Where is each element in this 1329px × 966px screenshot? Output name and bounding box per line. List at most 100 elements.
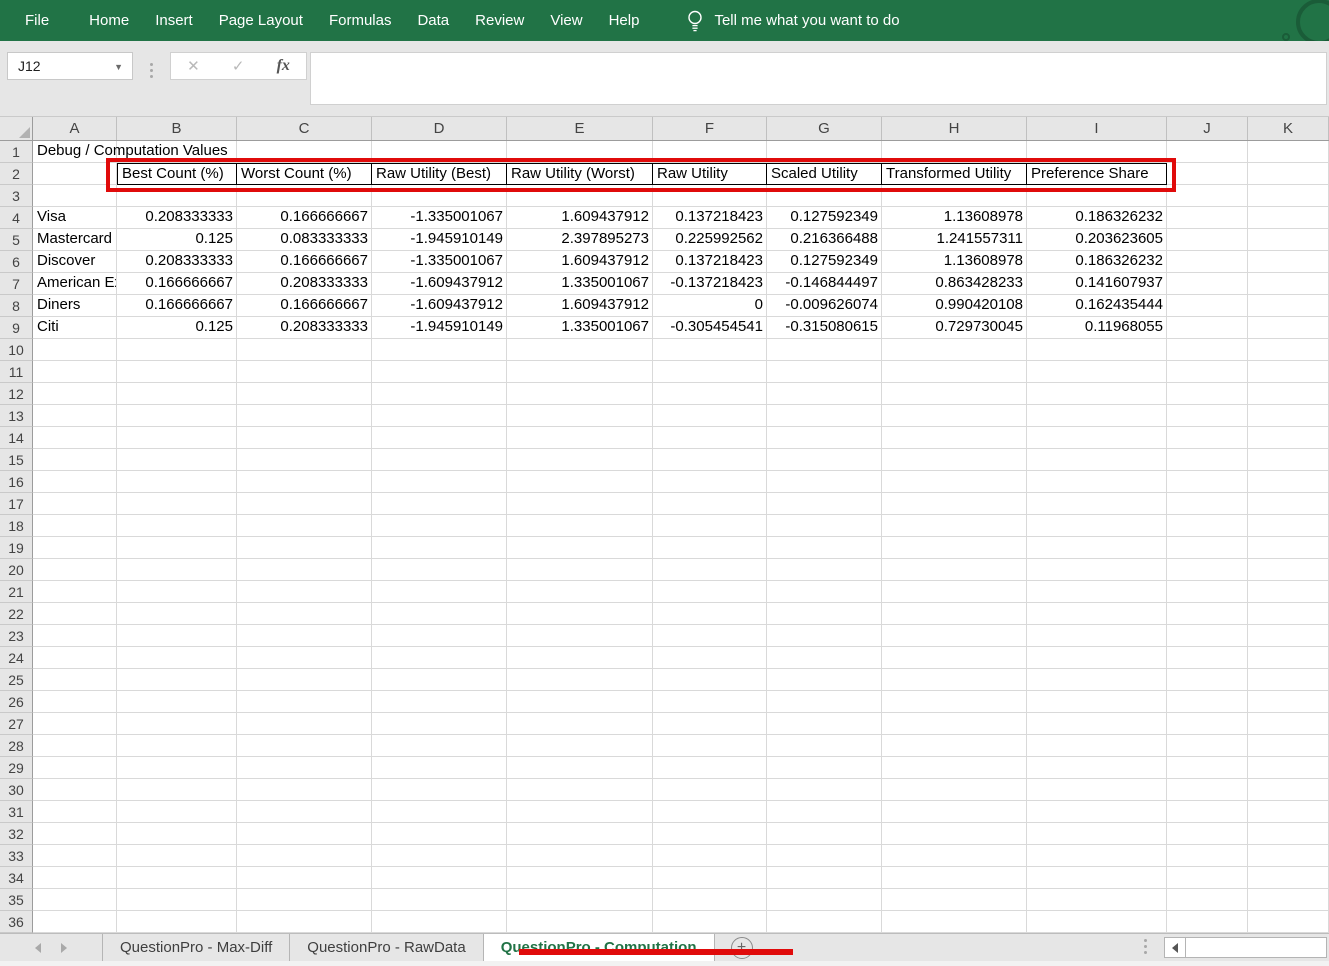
cell-E20[interactable]: [507, 559, 653, 581]
cell-K10[interactable]: [1248, 339, 1329, 361]
cell-D24[interactable]: [372, 647, 507, 669]
cell-H3[interactable]: [882, 185, 1027, 207]
cell-E22[interactable]: [507, 603, 653, 625]
cell-K28[interactable]: [1248, 735, 1329, 757]
cell-H21[interactable]: [882, 581, 1027, 603]
row-header-23[interactable]: 23: [0, 625, 33, 647]
cell-I15[interactable]: [1027, 449, 1167, 471]
row-header-18[interactable]: 18: [0, 515, 33, 537]
cell-D28[interactable]: [372, 735, 507, 757]
cell-D21[interactable]: [372, 581, 507, 603]
cell-B24[interactable]: [117, 647, 237, 669]
row-header-29[interactable]: 29: [0, 757, 33, 779]
cell-G25[interactable]: [767, 669, 882, 691]
col-header-B[interactable]: B: [117, 117, 237, 140]
menu-data[interactable]: Data: [417, 12, 449, 29]
cell-I22[interactable]: [1027, 603, 1167, 625]
cell-C29[interactable]: [237, 757, 372, 779]
cell-B3[interactable]: [117, 185, 237, 207]
cell-J25[interactable]: [1167, 669, 1248, 691]
cell-A10[interactable]: [33, 339, 117, 361]
cell-E2[interactable]: Raw Utility (Worst): [507, 163, 653, 185]
previous-sheet-icon[interactable]: [35, 943, 41, 953]
cell-F16[interactable]: [653, 471, 767, 493]
new-sheet-button[interactable]: +: [731, 937, 753, 959]
cell-H22[interactable]: [882, 603, 1027, 625]
cell-E24[interactable]: [507, 647, 653, 669]
row-header-31[interactable]: 31: [0, 801, 33, 823]
cell-B29[interactable]: [117, 757, 237, 779]
cell-C2[interactable]: Worst Count (%): [237, 163, 372, 185]
cell-I18[interactable]: [1027, 515, 1167, 537]
cell-G18[interactable]: [767, 515, 882, 537]
cell-K18[interactable]: [1248, 515, 1329, 537]
cell-D6[interactable]: -1.335001067: [372, 251, 507, 273]
cell-D2[interactable]: Raw Utility (Best): [372, 163, 507, 185]
cell-F36[interactable]: [653, 911, 767, 933]
cell-C1[interactable]: [237, 141, 372, 163]
cell-K26[interactable]: [1248, 691, 1329, 713]
row-header-8[interactable]: 8: [0, 295, 33, 317]
cell-K9[interactable]: [1248, 317, 1329, 339]
cell-G14[interactable]: [767, 427, 882, 449]
row-header-6[interactable]: 6: [0, 251, 33, 273]
cell-J5[interactable]: [1167, 229, 1248, 251]
cell-C26[interactable]: [237, 691, 372, 713]
cell-H28[interactable]: [882, 735, 1027, 757]
cancel-icon[interactable]: ✕: [187, 57, 200, 75]
cell-J2[interactable]: [1167, 163, 1248, 185]
cell-K4[interactable]: [1248, 207, 1329, 229]
cell-K7[interactable]: [1248, 273, 1329, 295]
cell-I25[interactable]: [1027, 669, 1167, 691]
cell-K15[interactable]: [1248, 449, 1329, 471]
cell-K17[interactable]: [1248, 493, 1329, 515]
cell-A30[interactable]: [33, 779, 117, 801]
row-header-36[interactable]: 36: [0, 911, 33, 933]
cell-C23[interactable]: [237, 625, 372, 647]
cell-K27[interactable]: [1248, 713, 1329, 735]
cell-H26[interactable]: [882, 691, 1027, 713]
cell-C4[interactable]: 0.166666667: [237, 207, 372, 229]
cell-H16[interactable]: [882, 471, 1027, 493]
cell-K11[interactable]: [1248, 361, 1329, 383]
hscroll-track[interactable]: [1185, 937, 1327, 958]
cell-D25[interactable]: [372, 669, 507, 691]
cell-H7[interactable]: 0.863428233: [882, 273, 1027, 295]
cell-J21[interactable]: [1167, 581, 1248, 603]
cell-C16[interactable]: [237, 471, 372, 493]
cell-B19[interactable]: [117, 537, 237, 559]
cell-J29[interactable]: [1167, 757, 1248, 779]
cell-K36[interactable]: [1248, 911, 1329, 933]
cell-G35[interactable]: [767, 889, 882, 911]
cell-I19[interactable]: [1027, 537, 1167, 559]
cell-F6[interactable]: 0.137218423: [653, 251, 767, 273]
cell-D7[interactable]: -1.609437912: [372, 273, 507, 295]
cell-C15[interactable]: [237, 449, 372, 471]
cell-C34[interactable]: [237, 867, 372, 889]
cell-K1[interactable]: [1248, 141, 1329, 163]
cell-G10[interactable]: [767, 339, 882, 361]
cell-D11[interactable]: [372, 361, 507, 383]
cell-D18[interactable]: [372, 515, 507, 537]
cell-K35[interactable]: [1248, 889, 1329, 911]
cell-K8[interactable]: [1248, 295, 1329, 317]
cell-I12[interactable]: [1027, 383, 1167, 405]
cell-C6[interactable]: 0.166666667: [237, 251, 372, 273]
cell-A8[interactable]: Diners: [33, 295, 117, 317]
menu-page-layout[interactable]: Page Layout: [219, 12, 303, 29]
cell-F31[interactable]: [653, 801, 767, 823]
cell-G30[interactable]: [767, 779, 882, 801]
cell-I6[interactable]: 0.186326232: [1027, 251, 1167, 273]
cell-D33[interactable]: [372, 845, 507, 867]
cell-G33[interactable]: [767, 845, 882, 867]
cell-E10[interactable]: [507, 339, 653, 361]
cell-D32[interactable]: [372, 823, 507, 845]
cell-D14[interactable]: [372, 427, 507, 449]
cell-J30[interactable]: [1167, 779, 1248, 801]
cell-K32[interactable]: [1248, 823, 1329, 845]
row-header-14[interactable]: 14: [0, 427, 33, 449]
cell-B10[interactable]: [117, 339, 237, 361]
cell-E19[interactable]: [507, 537, 653, 559]
cell-H4[interactable]: 1.13608978: [882, 207, 1027, 229]
cell-K30[interactable]: [1248, 779, 1329, 801]
